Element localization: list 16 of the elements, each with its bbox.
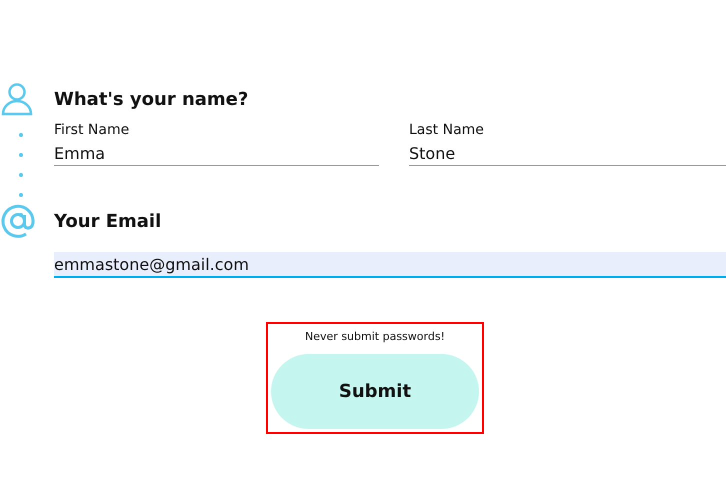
dot-icon [19, 173, 23, 177]
submit-button[interactable]: Submit [271, 354, 479, 429]
email-field[interactable]: emmastone@gmail.com [54, 252, 726, 278]
field-label: Last Name [409, 121, 485, 140]
input-field[interactable]: Emma [54, 142, 379, 166]
at-sign-icon [0, 203, 36, 239]
person-icon [0, 82, 34, 116]
input-field[interactable]: Stone [409, 142, 726, 166]
dot-icon [19, 193, 23, 197]
warning-note: Never submit passwords! [305, 329, 445, 345]
dot-icon [19, 213, 23, 217]
dot-icon [19, 133, 23, 137]
field-label: First Name [54, 121, 130, 140]
section-heading: Your Email [54, 210, 162, 232]
section-heading: What's your name? [54, 88, 248, 110]
dot-icon [19, 153, 23, 157]
